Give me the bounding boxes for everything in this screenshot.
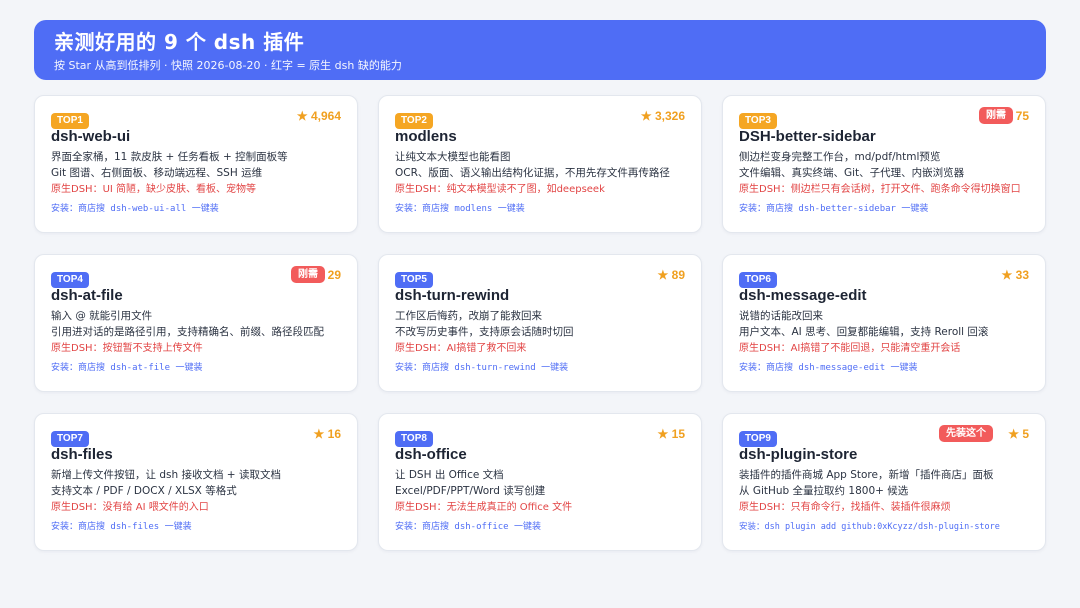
plugin-desc-line1: 新增上传文件按钮，让 dsh 接收文档 + 读取文档 (51, 469, 281, 481)
plugin-card-2[interactable]: TOP2 ★ 3,326 modlens 让纯文本大模型也能看图 OCR、版面、… (378, 95, 702, 233)
plugin-card-9[interactable]: TOP9 先装这个 ★ 5 dsh-plugin-store 装插件的插件商城 … (722, 413, 1046, 551)
plugin-desc-line2: 文件编辑、真实终端、Git、子代理、内嵌浏览器 (739, 167, 965, 179)
rank-badge: TOP1 (51, 113, 89, 129)
plugin-name: modlens (395, 128, 457, 145)
star-count: ★ 4,964 (296, 109, 341, 123)
plugin-desc-line2: 支持文本 / PDF / DOCX / XLSX 等格式 (51, 485, 237, 497)
native-limitation: 原生DSH：无法生成真正的 Office 文件 (395, 502, 573, 513)
plugin-card-4[interactable]: TOP4 刚需 29 dsh-at-file 输入 @ 就能引用文件 引用进对话… (34, 254, 358, 392)
plugin-desc-line2: 用户文本、AI 思考、回复都能编辑，支持 Reroll 回滚 (739, 326, 989, 338)
plugin-card-3[interactable]: TOP3 刚需 75 DSH-better-sidebar 侧边栏变身完整工作台… (722, 95, 1046, 233)
plugin-name: DSH-better-sidebar (739, 128, 876, 145)
star-count: ★ 33 (1001, 268, 1029, 282)
native-limitation: 原生DSH：AI搞错了不能回退，只能清空重开会话 (739, 343, 961, 354)
plugin-desc-line1: 装插件的插件商城 App Store，新增「插件商店」面板 (739, 469, 994, 481)
star-count: ★ 89 (657, 268, 685, 282)
native-limitation: 原生DSH：没有给 AI 喂文件的入口 (51, 502, 209, 513)
plugin-name: dsh-files (51, 446, 113, 463)
page-title: 亲测好用的 9 个 dsh 插件 (54, 30, 305, 54)
plugin-name: dsh-message-edit (739, 287, 867, 304)
native-limitation: 原生DSH：按钮暂不支持上传文件 (51, 343, 203, 354)
plugin-card-1[interactable]: TOP1 ★ 4,964 dsh-web-ui 界面全家桶，11 款皮肤 + 任… (34, 95, 358, 233)
native-limitation: 原生DSH：AI搞错了救不回来 (395, 343, 527, 354)
star-count: ★ 3,326 (640, 109, 685, 123)
install-first-tag: 先装这个 (939, 425, 993, 442)
must-have-tag: 刚需 (979, 107, 1013, 124)
rank-badge: TOP5 (395, 272, 433, 288)
plugin-desc-line2: OCR、版面、语义输出结构化证据，不用先存文件再传路径 (395, 167, 670, 179)
install-hint: 安装：dsh plugin add github:0xKcyzz/dsh-plu… (739, 522, 1000, 532)
star-count: ★ 15 (657, 427, 685, 441)
plugin-desc-line1: 界面全家桶，11 款皮肤 + 任务看板 + 控制面板等 (51, 151, 288, 163)
install-hint: 安装：商店搜 dsh-turn-rewind 一键装 (395, 363, 569, 373)
rank-badge: TOP2 (395, 113, 433, 129)
plugin-desc-line1: 让纯文本大模型也能看图 (395, 151, 511, 163)
plugin-desc-line1: 输入 @ 就能引用文件 (51, 310, 153, 322)
plugin-desc-line1: 说错的话能改回来 (739, 310, 823, 322)
rank-badge: TOP6 (739, 272, 777, 288)
plugin-card-8[interactable]: TOP8 ★ 15 dsh-office 让 DSH 出 Office 文档 E… (378, 413, 702, 551)
plugin-name: dsh-turn-rewind (395, 287, 510, 304)
rank-badge: TOP8 (395, 431, 433, 447)
install-hint: 安装：商店搜 dsh-message-edit 一键装 (739, 363, 918, 373)
plugin-name: dsh-at-file (51, 287, 123, 304)
plugin-desc-line2: 不改写历史事件，支持原会话随时切回 (395, 326, 574, 338)
star-count: 29 (327, 268, 341, 282)
plugin-card-5[interactable]: TOP5 ★ 89 dsh-turn-rewind 工作区后悔药，改崩了能救回来… (378, 254, 702, 392)
must-have-tag: 刚需 (291, 266, 325, 283)
plugin-desc-line2: Excel/PDF/PPT/Word 读写创建 (395, 485, 546, 497)
native-limitation: 原生DSH：侧边栏只有会话树，打开文件、跑条命令得切换窗口 (739, 184, 1021, 195)
plugin-name: dsh-plugin-store (739, 446, 858, 463)
plugin-desc-line1: 让 DSH 出 Office 文档 (395, 469, 504, 481)
plugin-card-6[interactable]: TOP6 ★ 33 dsh-message-edit 说错的话能改回来 用户文本… (722, 254, 1046, 392)
rank-badge: TOP9 (739, 431, 777, 447)
native-limitation: 原生DSH：UI 简陋，缺少皮肤、看板、宠物等 (51, 184, 257, 195)
plugin-desc-line2: 引用进对话的是路径引用，支持精确名、前缀、路径段匹配 (51, 326, 324, 338)
plugin-name: dsh-office (395, 446, 467, 463)
plugin-card-7[interactable]: TOP7 ★ 16 dsh-files 新增上传文件按钮，让 dsh 接收文档 … (34, 413, 358, 551)
install-hint: 安装：商店搜 dsh-office 一键装 (395, 522, 542, 532)
plugin-desc-line2: 从 GitHub 全量拉取约 1800+ 候选 (739, 485, 909, 497)
rank-badge: TOP3 (739, 113, 777, 129)
native-limitation: 原生DSH：纯文本模型读不了图，如deepseek (395, 184, 605, 195)
page-subtitle: 按 Star 从高到低排列 · 快照 2026-08-20 · 红字 = 原生 … (54, 59, 402, 72)
plugin-name: dsh-web-ui (51, 128, 131, 145)
install-hint: 安装：商店搜 dsh-better-sidebar 一键装 (739, 204, 929, 214)
install-hint: 安装：商店搜 dsh-files 一键装 (51, 522, 192, 532)
plugin-desc-line1: 侧边栏变身完整工作台，md/pdf/html预览 (739, 151, 941, 163)
rank-badge: TOP4 (51, 272, 89, 288)
install-hint: 安装：商店搜 dsh-web-ui-all 一键装 (51, 204, 219, 214)
install-hint: 安装：商店搜 modlens 一键装 (395, 204, 525, 214)
plugin-desc-line2: Git 图谱、右侧面板、移动端远程、SSH 运维 (51, 167, 263, 179)
star-count: 75 (1015, 109, 1029, 123)
install-hint: 安装：商店搜 dsh-at-file 一键装 (51, 363, 203, 373)
star-count: ★ 16 (313, 427, 341, 441)
rank-badge: TOP7 (51, 431, 89, 447)
star-count: ★ 5 (1008, 427, 1029, 441)
native-limitation: 原生DSH：只有命令行，找插件、装插件很麻烦 (739, 502, 951, 513)
page-header: 亲测好用的 9 个 dsh 插件 按 Star 从高到低排列 · 快照 2026… (34, 20, 1046, 80)
plugin-desc-line1: 工作区后悔药，改崩了能救回来 (395, 310, 542, 322)
